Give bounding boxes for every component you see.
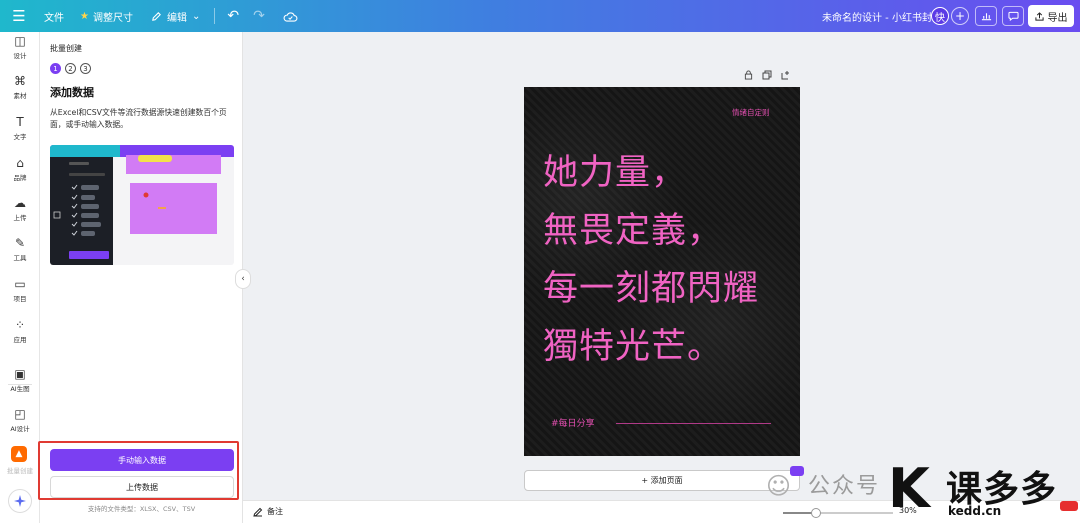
cloud-save-icon[interactable]: [283, 0, 298, 32]
page-toolbar: [744, 70, 791, 83]
rail-label: AI生图: [10, 385, 30, 393]
poster-hashtag: #每日分享: [551, 419, 595, 429]
layout-icon: ◫: [14, 34, 26, 48]
notes-icon: [253, 507, 263, 517]
resize-button[interactable]: ★ 调整尺寸: [80, 0, 133, 32]
menu-icon[interactable]: ☰: [0, 0, 38, 32]
rail-item-tools[interactable]: ✎ 工具: [0, 236, 40, 262]
crown-icon: ★: [80, 10, 89, 22]
redo-icon[interactable]: ↷: [253, 0, 265, 32]
rail-item-text[interactable]: T 文字: [0, 115, 40, 141]
notes-button[interactable]: 备注: [253, 506, 283, 517]
toolbar-divider: [214, 8, 216, 24]
add-page-button[interactable]: + 添加页面: [524, 470, 800, 491]
rail-item-apps[interactable]: ⁘ 应用: [0, 318, 40, 344]
rail-item-design[interactable]: ◫ 设计: [0, 34, 40, 60]
step-1: 1: [50, 63, 61, 74]
poster-line-1: 她力量，: [543, 153, 688, 193]
rail-label: 应用: [13, 336, 27, 344]
rail-item-upload[interactable]: ☁ 上传: [0, 196, 40, 222]
ai-image-icon: ▣: [14, 367, 26, 381]
rail-label: 品牌: [13, 174, 27, 182]
avatar[interactable]: 快: [931, 7, 949, 25]
ai-design-icon: ◰: [14, 407, 26, 421]
notes-label: 备注: [267, 507, 283, 516]
brand-icon: ⌂: [16, 156, 24, 170]
chevron-down-icon: ⌄: [191, 10, 201, 22]
share-icon: [1034, 11, 1044, 21]
rail-item-ai-design[interactable]: ◰ AI设计: [0, 407, 40, 433]
shapes-icon: ⌘: [14, 74, 26, 88]
panel-title: 批量创建: [50, 44, 82, 53]
lock-icon[interactable]: [744, 70, 753, 83]
rail-label: 上传: [13, 214, 27, 222]
illustration-image: [50, 145, 234, 265]
upload-data-button[interactable]: 上传数据: [50, 476, 234, 498]
add-collaborator-icon[interactable]: +: [951, 7, 969, 25]
watermark-gzh: 公众号: [808, 474, 881, 499]
duplicate-icon[interactable]: [762, 70, 772, 83]
panel-heading: 添加数据: [50, 86, 94, 99]
step-2: 2: [65, 63, 76, 74]
poster-line-2: 無畏定義，: [543, 211, 724, 251]
batch-create-panel: 批量创建 1 2 3 添加数据 从Excel和CSV文件等流行数据源快速创建数百…: [40, 32, 243, 523]
comment-icon[interactable]: [1002, 6, 1024, 26]
add-page-icon[interactable]: [781, 70, 791, 83]
rail-item-batch[interactable]: 批量创建: [0, 465, 40, 475]
step-3: 3: [80, 63, 91, 74]
text-icon: T: [16, 115, 24, 129]
apps-icon: ⁘: [14, 318, 26, 332]
edit-label: 编辑: [166, 12, 187, 24]
file-menu[interactable]: 文件: [44, 0, 64, 32]
rail-label: AI设计: [10, 425, 30, 433]
bottom-bar: 备注 30%: [243, 500, 1080, 523]
pen-icon: [152, 11, 161, 21]
magic-sparkle-icon[interactable]: [8, 489, 32, 513]
poster-headline[interactable]: 她力量， 無畏定義， 每一刻都閃耀 獨特光芒。: [543, 144, 759, 376]
poster-divider: [616, 423, 771, 424]
batch-icon[interactable]: ▲: [11, 446, 27, 462]
document-title[interactable]: 未命名的设计 - 小红书封面: [822, 0, 942, 32]
collapse-panel-chevron-left-icon[interactable]: ‹: [235, 269, 251, 289]
resize-label: 调整尺寸: [92, 12, 133, 24]
rail-item-brand[interactable]: ⌂ 品牌: [0, 156, 40, 182]
rail-item-projects[interactable]: ▭ 项目: [0, 277, 40, 303]
poster-line-4: 獨特光芒。: [543, 327, 724, 367]
rail-label: 工具: [13, 254, 27, 262]
edit-menu[interactable]: 编辑 ⌄: [151, 0, 200, 32]
export-label: 导出: [1047, 12, 1068, 24]
rail-label: 批量创建: [7, 467, 33, 475]
rail-label: 项目: [13, 295, 27, 303]
step-indicator: 1 2 3: [50, 63, 91, 74]
design-page-poster[interactable]: 情绪自定则 她力量， 無畏定義， 每一刻都閃耀 獨特光芒。 #每日分享: [524, 87, 800, 456]
rail-item-ai-image[interactable]: ▣ AI生图: [0, 367, 40, 393]
rail-item-elements[interactable]: ⌘ 素材: [0, 74, 40, 100]
manual-input-button[interactable]: 手动输入数据: [50, 449, 234, 471]
stats-icon[interactable]: [975, 6, 997, 26]
undo-icon[interactable]: ↶: [227, 0, 239, 32]
poster-tag: 情绪自定则: [732, 108, 770, 117]
folder-icon: ▭: [14, 277, 26, 291]
zoom-value[interactable]: 30%: [899, 506, 917, 515]
supported-file-types: 支持的文件类型：XLSX、CSV、TSV: [87, 505, 196, 513]
panel-description: 从Excel和CSV文件等流行数据源快速创建数百个页面，或手动输入数据。: [50, 108, 227, 129]
export-button[interactable]: 导出: [1028, 5, 1074, 27]
rail-label: 文字: [13, 133, 27, 141]
zoom-slider-handle[interactable]: [811, 508, 821, 518]
top-bar: ☰ 文件 ★ 调整尺寸 编辑 ⌄ ↶ ↷ 未命名的设计 - 小红书封面 快 + …: [0, 0, 1080, 32]
left-rail: ◫ 设计 ⌘ 素材 T 文字 ⌂ 品牌 ☁ 上传 ✎ 工具 ▭ 项目 ⁘ 应用 …: [0, 32, 40, 523]
poster-line-3: 每一刻都閃耀: [543, 269, 760, 309]
zoom-slider[interactable]: [783, 508, 893, 518]
rail-label: 素材: [13, 92, 27, 100]
pen-tool-icon: ✎: [14, 236, 26, 250]
cloud-upload-icon: ☁: [14, 196, 26, 210]
rail-label: 设计: [13, 52, 27, 60]
